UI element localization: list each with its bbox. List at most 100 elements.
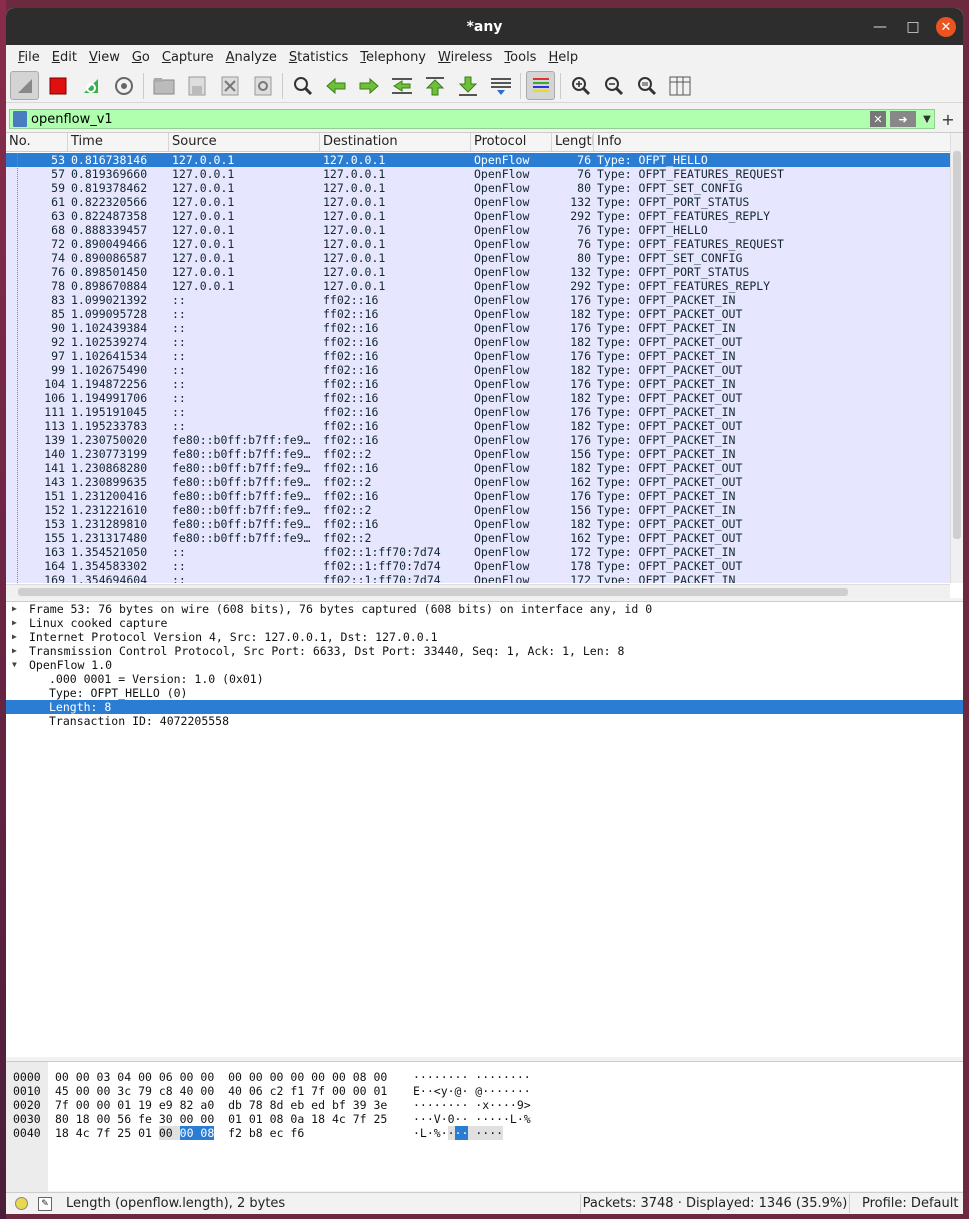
packet-row[interactable]: 68 0.888339457 127.0.0.1 127.0.0.1 OpenFlow 7… (6, 223, 950, 237)
minimize-button[interactable]: — (870, 17, 890, 37)
display-filter-field[interactable]: openflow_v1 ✕ ➜ ▼ (9, 109, 935, 129)
packet-row[interactable]: 76 0.898501450 127.0.0.1 127.0.0.1 OpenFlow 1… (6, 265, 950, 279)
close-button[interactable]: ✕ (936, 17, 956, 37)
column-header-protocol[interactable]: Protocol (471, 133, 552, 151)
display-filter-input[interactable]: openflow_v1 (31, 112, 870, 127)
packet-row[interactable]: 61 0.822320566 127.0.0.1 127.0.0.1 OpenFlow 1… (6, 195, 950, 209)
packet-row[interactable]: 92 1.102539274:: ff02::16 OpenFlow 182 Type: … (6, 335, 950, 349)
packet-list-vertical-scrollbar[interactable] (950, 133, 963, 583)
packet-row[interactable]: 106 1.194991706:: ff02::16 OpenFlow 182 Type:… (6, 391, 950, 405)
column-header-length[interactable]: Length (552, 133, 594, 151)
packet-row[interactable]: 155 1.231317480 fe80::b0ff:b7ff:fe9… ff02::… (6, 531, 950, 545)
packet-row[interactable]: 59 0.819378462 127.0.0.1 127.0.0.1 OpenFlow 8… (6, 181, 950, 195)
packet-row[interactable]: 151 1.231200416 fe80::b0ff:b7ff:fe9… ff02::… (6, 489, 950, 503)
restart-capture-icon[interactable] (76, 71, 105, 100)
zoom-in-icon[interactable] (566, 71, 595, 100)
packet-row[interactable]: 141 1.230868280 fe80::b0ff:b7ff:fe9… ff02::… (6, 461, 950, 475)
packet-row[interactable]: 90 1.102439384:: ff02::16 OpenFlow 176 Type: … (6, 321, 950, 335)
menu-capture[interactable]: Capture (156, 50, 220, 65)
packet-row[interactable]: 140 1.230773199 fe80::b0ff:b7ff:fe9… ff02::… (6, 447, 950, 461)
detail-tree-item[interactable]: ▶ Internet Protocol Version 4, Src: 127.0… (6, 630, 963, 644)
detail-tree-item[interactable]: Transaction ID: 4072205558 (6, 714, 963, 728)
capture-options-icon[interactable] (109, 71, 138, 100)
chevron-down-icon[interactable]: ▼ (920, 114, 934, 125)
menu-view[interactable]: View (83, 50, 126, 65)
menu-statistics[interactable]: Statistics (283, 50, 354, 65)
packet-row[interactable]: 74 0.890086587 127.0.0.1 127.0.0.1 OpenFlow 8… (6, 251, 950, 265)
zoom-out-icon[interactable] (599, 71, 628, 100)
scrollbar-thumb[interactable] (18, 588, 848, 596)
detail-tree-item[interactable]: ▶ Linux cooked capture (6, 616, 963, 630)
packet-row[interactable]: 152 1.231221610 fe80::b0ff:b7ff:fe9… ff02::… (6, 503, 950, 517)
detail-tree-item[interactable]: ▶ Frame 53: 76 bytes on wire (608 bits), … (6, 602, 963, 616)
collapsed-arrow-icon[interactable]: ▶ (12, 644, 17, 658)
packet-row[interactable]: 153 1.231289810 fe80::b0ff:b7ff:fe9… ff02::… (6, 517, 950, 531)
apply-filter-arrow-icon[interactable]: ➜ (890, 111, 916, 127)
packet-row[interactable]: 169 1.354694604:: ff02::1:ff70:7d74 OpenFlo… (6, 573, 950, 583)
collapsed-arrow-icon[interactable]: ▶ (12, 616, 17, 630)
column-header-destination[interactable]: Destination (320, 133, 471, 151)
packet-details-tree[interactable]: ▶ Frame 53: 76 bytes on wire (608 bits), … (6, 601, 963, 1057)
collapsed-arrow-icon[interactable]: ▶ (12, 602, 17, 616)
packet-row[interactable]: 53 0.816738146 127.0.0.1 127.0.0.1 OpenFlow 7… (6, 153, 950, 167)
menu-analyze[interactable]: Analyze (220, 50, 283, 65)
packet-row[interactable]: 72 0.890049466 127.0.0.1 127.0.0.1 OpenFlow 7… (6, 237, 950, 251)
profile-status[interactable]: Profile: Default (850, 1196, 963, 1211)
packet-list-horizontal-scrollbar[interactable] (6, 584, 950, 598)
packet-row[interactable]: 104 1.194872256:: ff02::16 OpenFlow 176 Type:… (6, 377, 950, 391)
menu-tools[interactable]: Tools (498, 50, 542, 65)
menu-file[interactable]: File (12, 50, 46, 65)
go-forward-icon[interactable] (354, 71, 383, 100)
stop-capture-icon[interactable] (43, 71, 72, 100)
packet-row[interactable]: 163 1.354521050:: ff02::1:ff70:7d74 OpenFlo… (6, 545, 950, 559)
packet-row[interactable]: 78 0.898670884 127.0.0.1 127.0.0.1 OpenFlow 2… (6, 279, 950, 293)
packet-bytes-pane[interactable]: 0000 00 00 03 04 00 06 00 00 00 00 00 00 … (6, 1061, 963, 1192)
packet-row[interactable]: 139 1.230750020 fe80::b0ff:b7ff:fe9… ff02::… (6, 433, 950, 447)
detail-tree-item[interactable]: Length: 8 (6, 700, 963, 714)
packet-row[interactable]: 85 1.099095728:: ff02::16 OpenFlow 182 Type: … (6, 307, 950, 321)
add-filter-button-icon[interactable]: + (935, 110, 961, 129)
title-bar[interactable]: *any — □ ✕ (6, 8, 963, 45)
detail-tree-item[interactable]: Type: OFPT_HELLO (0) (6, 686, 963, 700)
clear-filter-icon[interactable]: ✕ (870, 111, 886, 127)
packet-row[interactable]: 143 1.230899635 fe80::b0ff:b7ff:fe9… ff02::… (6, 475, 950, 489)
packet-row[interactable]: 164 1.354583302:: ff02::1:ff70:7d74 OpenFlo… (6, 559, 950, 573)
packet-row[interactable]: 99 1.102675490:: ff02::16 OpenFlow 182 Type: … (6, 363, 950, 377)
packet-row[interactable]: 63 0.822487358 127.0.0.1 127.0.0.1 OpenFlow 2… (6, 209, 950, 223)
shark-fin-start-icon[interactable] (10, 71, 39, 100)
find-packet-icon[interactable] (288, 71, 317, 100)
column-header-time[interactable]: Time (68, 133, 169, 151)
packet-row[interactable]: 83 1.099021392:: ff02::16 OpenFlow 176 Type: … (6, 293, 950, 307)
column-header-info[interactable]: Info (594, 133, 950, 151)
resize-columns-icon[interactable] (665, 71, 694, 100)
autoscroll-icon[interactable] (486, 71, 515, 100)
go-first-packet-icon[interactable] (420, 71, 449, 100)
packet-row[interactable]: 57 0.819369660 127.0.0.1 127.0.0.1 OpenFlow 7… (6, 167, 950, 181)
packet-list[interactable]: No. Time Source Destination Protocol Len… (6, 132, 963, 598)
column-header-source[interactable]: Source (169, 133, 320, 151)
colorize-icon[interactable] (526, 71, 555, 100)
close-file-icon[interactable] (215, 71, 244, 100)
menu-edit[interactable]: Edit (46, 50, 83, 65)
detail-tree-item[interactable]: .000 0001 = Version: 1.0 (0x01) (6, 672, 963, 686)
capture-comment-icon[interactable]: ✎ (38, 1196, 52, 1211)
column-header-no[interactable]: No. (6, 133, 68, 151)
save-file-icon[interactable] (182, 71, 211, 100)
go-back-icon[interactable] (321, 71, 350, 100)
menu-help[interactable]: Help (542, 50, 584, 65)
go-last-packet-icon[interactable] (453, 71, 482, 100)
expanded-arrow-icon[interactable]: ▼ (12, 658, 17, 672)
collapsed-arrow-icon[interactable]: ▶ (12, 630, 17, 644)
menu-go[interactable]: Go (126, 50, 156, 65)
detail-tree-item[interactable]: ▶ Transmission Control Protocol, Src Port… (6, 644, 963, 658)
open-file-icon[interactable] (149, 71, 178, 100)
bookmark-icon[interactable] (13, 111, 27, 127)
maximize-button[interactable]: □ (903, 17, 923, 37)
menu-telephony[interactable]: Telephony (354, 50, 432, 65)
packet-row[interactable]: 97 1.102641534:: ff02::16 OpenFlow 176 Type: … (6, 349, 950, 363)
detail-tree-item[interactable]: ▼ OpenFlow 1.0 (6, 658, 963, 672)
go-to-packet-icon[interactable] (387, 71, 416, 100)
expert-info-led-icon[interactable] (15, 1197, 28, 1210)
packet-row[interactable]: 113 1.195233783:: ff02::16 OpenFlow 182 Type:… (6, 419, 950, 433)
reload-file-icon[interactable] (248, 71, 277, 100)
